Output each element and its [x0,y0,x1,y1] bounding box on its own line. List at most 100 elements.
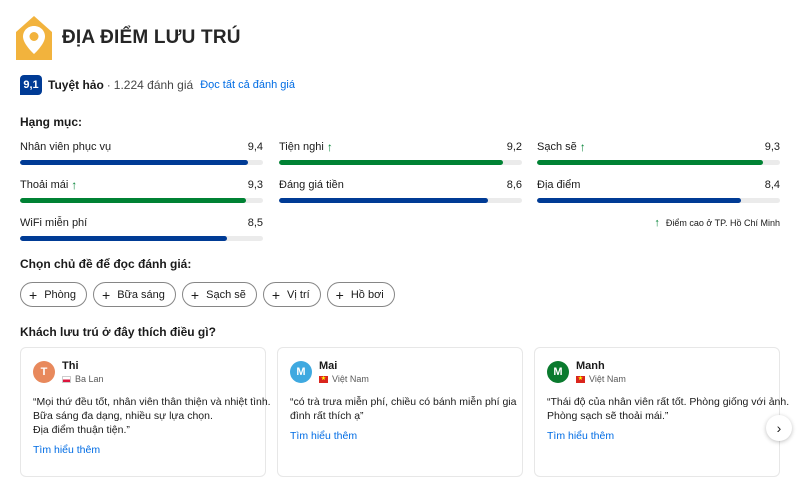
vietnam-flag-icon: ★ [576,375,585,383]
score-bar-fill [20,198,246,203]
topic-chip-label: Phòng [44,288,76,301]
category-name: WiFi miễn phí [20,217,88,229]
arrow-up-icon: ↑ [579,140,586,154]
topic-chip-label: Sạch sẽ [206,288,246,301]
category-row: Tiện nghi ↑ 9,2 [279,140,522,165]
review-text: “Thái độ của nhân viên rất tốt. Phòng gi… [547,395,790,423]
plus-icon: + [102,286,111,303]
review-text: “Mọi thứ đều tốt, nhân viên thân thiện v… [33,395,271,437]
category-row: Sạch sẽ ↑ 9,3 [537,140,780,165]
high-score-note-text: Điểm cao ở TP. Hồ Chí Minh [665,218,780,228]
score-bar-fill [20,160,249,165]
learn-more-link[interactable]: Tìm hiểu thêm [33,444,253,456]
category-row: Thoải mái ↑ 9,3 [20,178,263,203]
reviewer-name: Mai [319,360,338,372]
high-score-note: ↑ Điểm cao ở TP. Hồ Chí Minh [654,217,780,229]
category-name-wrap: Nhân viên phục vụ [20,141,111,153]
topic-chips: + Phòng + Bữa sáng + Sạch sẽ + Vị trí + Hồ bơi [20,282,395,307]
score-bar-fill [20,236,227,241]
review-card: T Thi Ba Lan “Mọi thứ đều tốt, nhân viên th… [20,347,271,477]
topic-chip[interactable]: + Vị trí [262,282,321,307]
avatar: T [33,361,55,383]
plus-icon: + [29,286,38,303]
category-name-wrap: Địa điểm [537,179,580,191]
reviewer-name: Manh [576,360,605,372]
review-card: M Manh ★ Việt Nam “Thái độ của nhân viên rất… [534,347,790,477]
category-name-wrap: Tiện nghi ↑ [279,140,333,154]
review-text-line: “có trà trưa miễn phí, chiều có bánh miễ… [290,396,517,408]
learn-more-link[interactable]: Tìm hiểu thêm [547,430,767,442]
reviewer-country: Việt Nam [589,374,626,384]
score-bar [20,160,263,165]
category-score: 9,4 [247,141,263,153]
category-score: 9,2 [506,141,522,153]
topic-chip[interactable]: + Phòng [20,282,87,307]
page-title: ĐỊA ĐIỂM LƯU TRÚ [62,27,241,48]
review-summary: 9,1 Tuyệt hảo · 1.224 đánh giá Đọc tất c… [20,75,295,95]
topic-chip[interactable]: + Hồ bơi [326,282,395,307]
topics-heading: Chọn chủ đề để đọc đánh giá: [20,257,192,271]
plus-icon: + [271,286,281,303]
category-score: 8,6 [506,179,522,191]
score-bar [279,198,522,203]
review-text-line: đình rất thích ạ” [290,410,364,422]
review-text: “có trà trưa miễn phí, chiều có bánh miễ… [290,395,517,423]
category-score: 9,3 [764,141,780,153]
review-text-line: “Mọi thứ đều tốt, nhân viên thân thiện v… [33,396,271,408]
category-name-wrap: Đáng giá tiền [279,179,344,191]
learn-more-link[interactable]: Tìm hiểu thêm [290,430,510,442]
poland-flag-icon [62,375,71,383]
score-bar [20,198,263,203]
score-bar [537,160,780,165]
category-row: Đáng giá tiền 8,6 [279,178,522,203]
category-name: Thoải mái [20,179,69,191]
arrow-up-icon: ↑ [326,140,333,154]
category-score: 9,3 [247,179,263,191]
category-name-wrap: Thoải mái ↑ [20,178,77,192]
review-card: M Mai ★ Việt Nam “có trà trưa miễn phí, chiề… [277,347,523,477]
topic-chip-label: Vị trí [287,288,310,301]
plus-icon: + [335,286,344,303]
avatar: M [290,361,312,383]
category-name: Tiện nghi [279,141,324,153]
category-name-wrap: WiFi miễn phí [20,217,87,229]
category-name: Nhân viên phục vụ [20,141,112,153]
review-text-line: “Thái độ của nhân viên rất tốt. Phòng gi… [547,396,790,408]
category-score: 8,5 [247,217,263,229]
review-text-line: Phòng sạch sẽ thoải mái.” [547,410,669,422]
topic-chip[interactable]: + Sạch sẽ [181,282,257,307]
next-button[interactable]: › [766,415,792,441]
topic-chip[interactable]: + Bữa sáng [93,282,176,307]
review-text-line: Bữa sáng đa dạng, nhiều sự lựa chọn. [33,410,213,422]
score-bar [279,160,522,165]
review-count: 1.224 đánh giá [113,78,194,92]
score-bar-fill [279,160,503,165]
vietnam-flag-icon: ★ [319,375,328,383]
category-name: Địa điểm [537,179,581,191]
categories-heading: Hạng mục: [20,115,83,129]
avatar: M [547,361,569,383]
category-name: Sạch sẽ [537,141,577,153]
category-name: Đáng giá tiền [279,179,344,191]
score-separator: · [106,78,111,92]
arrow-up-icon: ↑ [71,178,78,192]
read-all-reviews-link[interactable]: Đọc tất cả đánh giá [200,79,295,91]
category-row: WiFi miễn phí 8,5 [20,216,263,241]
category-score: 8,4 [764,179,780,191]
header: ĐỊA ĐIỂM LƯU TRÚ [14,14,241,62]
reviewer-name: Thi [62,360,79,372]
score-bar-fill [537,160,763,165]
score-bar [20,236,263,241]
score-bar-fill [537,198,742,203]
map-pin-house-icon [16,16,52,60]
arrow-up-icon: ↑ [654,217,660,229]
plus-icon: + [190,286,200,303]
reviewer-country-wrap: ★ Việt Nam [576,374,626,384]
score-badge: 9,1 [20,75,42,95]
review-text-line: Địa điểm thuận tiện.” [33,424,130,436]
score-bar [537,198,780,203]
score-word: Tuyệt hảo [48,78,104,92]
category-row: Địa điểm 8,4 [537,178,780,203]
category-row: Nhân viên phục vụ 9,4 [20,140,263,165]
category-name-wrap: Sạch sẽ ↑ [537,140,586,154]
